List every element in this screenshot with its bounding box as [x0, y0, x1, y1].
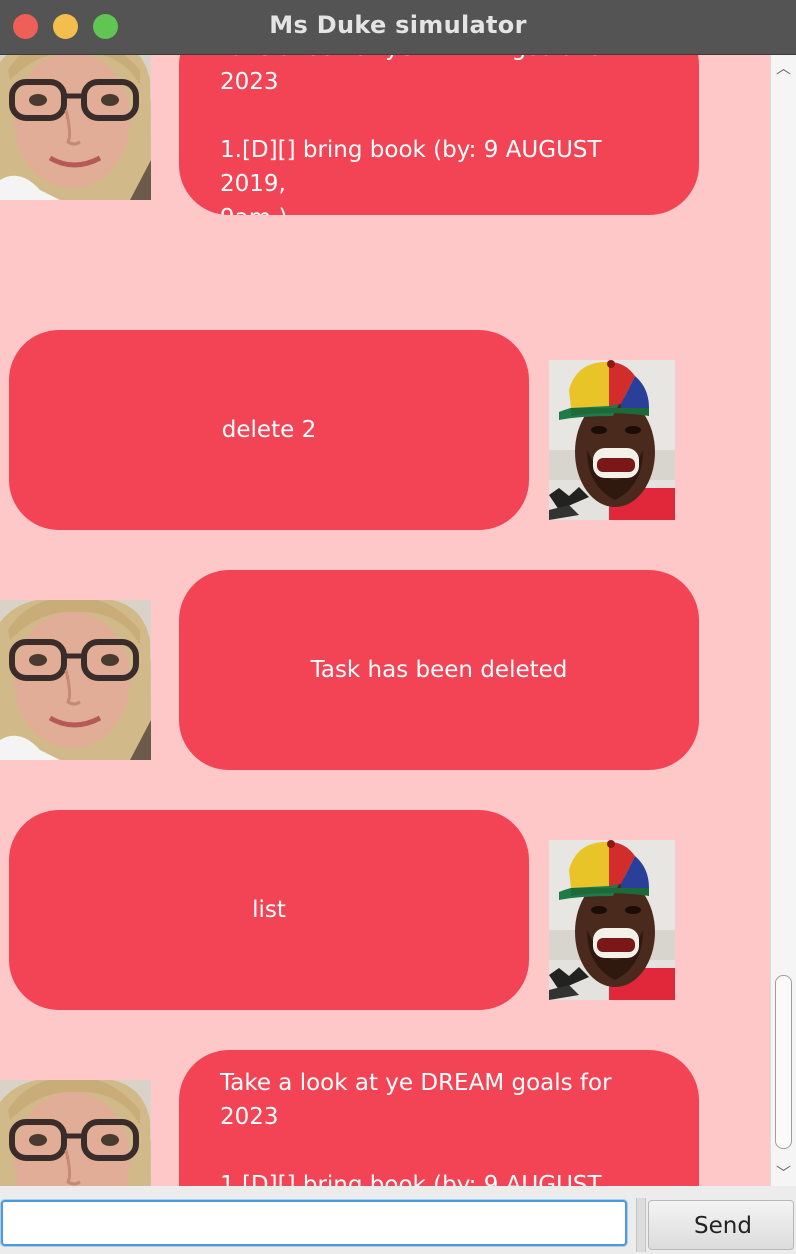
duke-message-bubble: Task has been deleted: [179, 570, 699, 770]
input-divider: [636, 1198, 646, 1252]
vertical-scrollbar[interactable]: ︿ ﹀: [770, 55, 796, 1186]
scrollbar-thumb[interactable]: [775, 975, 792, 1149]
duke-message-bubble: Take a look at ye DREAM goals for 2023 1…: [179, 55, 699, 215]
duke-message-bubble: Take a look at ye DREAM goals for 2023 1…: [179, 1050, 699, 1186]
scroll-down-icon[interactable]: ﹀: [771, 1162, 796, 1184]
user-avatar-icon: [549, 840, 675, 1000]
user-avatar-icon: [549, 360, 675, 520]
scroll-up-icon[interactable]: ︿: [771, 57, 796, 79]
app-window: Ms Duke simulator Take a look at ye DREA…: [0, 0, 796, 1254]
chat-scroll-area[interactable]: Take a look at ye DREAM goals for 2023 1…: [0, 55, 770, 1186]
window-title: Ms Duke simulator: [269, 11, 527, 39]
user-message-bubble: delete 2: [9, 330, 529, 530]
message-input[interactable]: [1, 1200, 627, 1246]
title-bar: Ms Duke simulator: [0, 0, 796, 55]
duke-avatar-icon: [0, 55, 151, 200]
input-bar: Send: [0, 1186, 796, 1254]
send-button[interactable]: Send: [648, 1200, 794, 1250]
duke-avatar-icon: [0, 600, 151, 760]
duke-avatar-icon: [0, 1080, 151, 1186]
user-message-bubble: list: [9, 810, 529, 1010]
